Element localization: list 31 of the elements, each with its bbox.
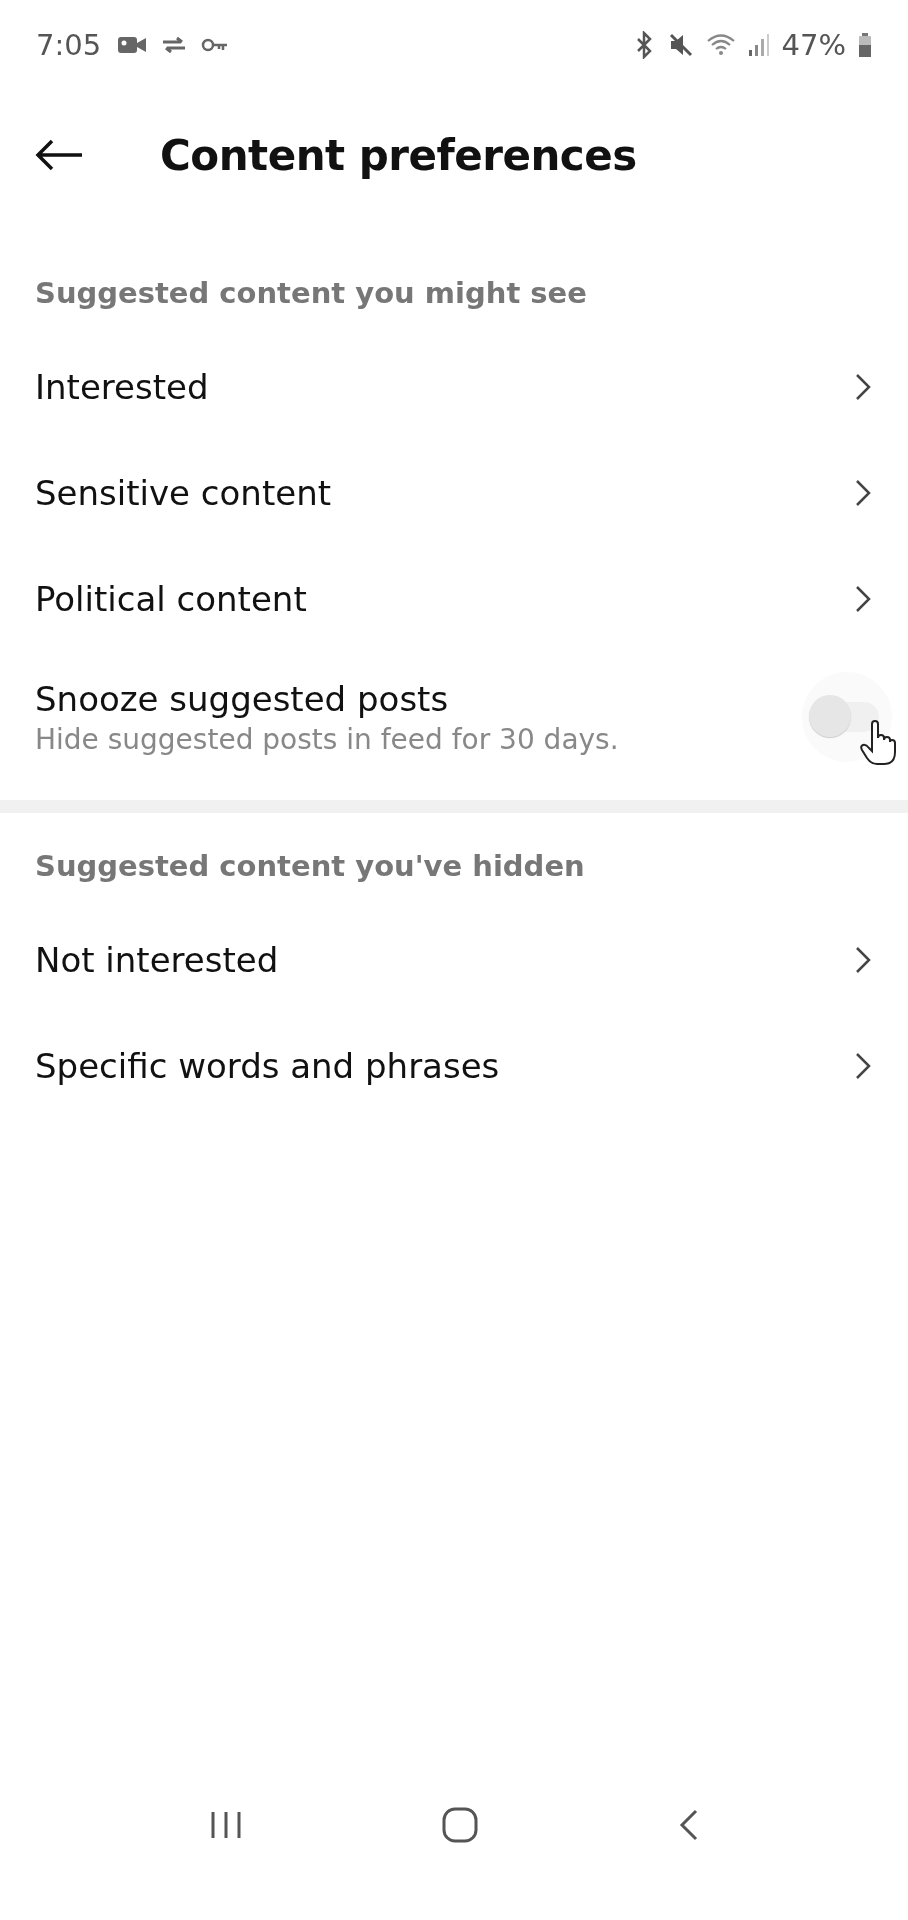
section-header: Suggested content you've hidden: [34, 848, 586, 885]
item-description: Hide suggested posts in feed for 30 days.: [35, 722, 619, 756]
item-label: Interested: [35, 367, 209, 407]
chevron-right-icon: [854, 372, 872, 402]
item-label: Political content: [35, 579, 307, 619]
key-icon: [201, 36, 230, 54]
mute-icon: [667, 32, 694, 58]
menu-item[interactable]: Political content: [0, 546, 908, 652]
item-label: Not interested: [35, 940, 279, 980]
item-label: Sensitive content: [35, 473, 331, 513]
chevron-right-icon: [854, 478, 872, 508]
menu-item[interactable]: Sensitive content: [0, 440, 908, 546]
chevron-right-icon: [854, 584, 872, 614]
recent-apps-icon[interactable]: [209, 1810, 244, 1840]
battery-icon: [858, 32, 872, 58]
signal-icon: [747, 32, 770, 58]
home-icon[interactable]: [442, 1807, 478, 1843]
item-label: Snooze suggested posts: [35, 678, 450, 719]
chevron-right-icon: [854, 945, 872, 975]
page-title: Content preferences: [160, 130, 637, 180]
section-header: Suggested content you might see: [34, 275, 588, 312]
chevron-right-icon: [854, 1051, 872, 1081]
item-label: Specific words and phrases: [35, 1046, 500, 1086]
battery-level: 47%: [781, 28, 846, 62]
wifi-icon: [705, 32, 736, 58]
back-button[interactable]: [34, 138, 84, 172]
status-time: 7:05: [36, 28, 102, 62]
menu-item[interactable]: Interested: [0, 334, 908, 440]
menu-item[interactable]: Specific words and phrases: [0, 1013, 908, 1119]
menu-item[interactable]: Not interested: [0, 907, 908, 1013]
video-camera-icon: [117, 34, 148, 56]
